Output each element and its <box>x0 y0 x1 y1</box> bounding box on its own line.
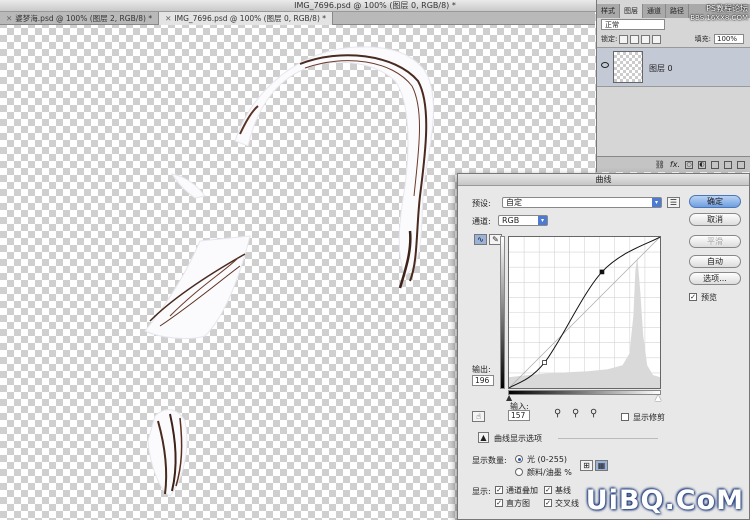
input-field[interactable]: 157 <box>508 410 530 421</box>
preset-select[interactable]: 自定 ▾ <box>502 197 662 208</box>
lock-all-icon[interactable] <box>652 34 662 44</box>
gray-eyedropper-icon[interactable]: ⚲ <box>572 408 579 419</box>
curve-points <box>542 269 605 365</box>
input-gradient-bar <box>508 390 661 395</box>
layer-row[interactable]: 图层 0 <box>597 47 750 87</box>
grid-detailed-icon[interactable]: ▦ <box>595 460 608 471</box>
display-options-label: 曲线显示选项 <box>494 434 542 443</box>
lock-transparent-icon[interactable] <box>619 34 629 44</box>
trash-icon[interactable] <box>737 160 745 169</box>
white-eyedropper-icon[interactable]: ⚲ <box>590 408 597 419</box>
layers-panel: 样式 图层 通道 路径 PS教程论坛 BBS.16XX8.COM 正常 锁定: … <box>596 0 750 172</box>
light-radio[interactable] <box>515 455 523 463</box>
hair-strands-top <box>234 46 434 289</box>
pigment-radio[interactable] <box>515 468 523 476</box>
tab-paths[interactable]: 路径 <box>666 4 689 18</box>
options-button[interactable]: 选项... <box>689 272 741 285</box>
black-eyedropper-icon[interactable]: ⚲ <box>554 408 561 419</box>
folder-icon[interactable] <box>711 160 719 169</box>
light-option-label: 光 (0-255) <box>527 455 568 464</box>
show-clipping-label: 显示修剪 <box>633 413 665 422</box>
preview-checkbox[interactable]: ✓ <box>689 293 697 301</box>
preset-label: 预设: <box>472 199 491 208</box>
hair-fragment-middle <box>144 235 251 339</box>
tab-channels[interactable]: 通道 <box>643 4 666 18</box>
curves-graph[interactable] <box>508 236 661 389</box>
tab-layers[interactable]: 图层 <box>620 4 643 18</box>
eye-icon[interactable] <box>601 62 609 68</box>
fill-row: 填充: 100% <box>695 34 744 44</box>
channel-overlays-checkbox[interactable]: ✓ <box>495 486 503 494</box>
fx-button[interactable]: fx. <box>670 160 680 169</box>
layers-toolbar: ⛓ fx. ○ ◐ <box>597 156 750 172</box>
forum-watermark: PS教程论坛 <box>706 4 748 13</box>
lock-label: 锁定: <box>601 35 618 43</box>
lock-pixels-icon[interactable] <box>630 34 640 44</box>
intersection-line-checkbox[interactable]: ✓ <box>544 499 552 507</box>
channel-value: RGB <box>502 216 520 225</box>
layer-name[interactable]: 图层 0 <box>649 63 673 74</box>
close-icon[interactable]: ✕ <box>6 14 12 23</box>
histogram-label: 直方图 <box>506 499 530 508</box>
new-layer-icon[interactable] <box>724 160 732 169</box>
pigment-option-label: 颜料/油墨 % <box>527 468 572 477</box>
tab-label: 婆梦海.psd @ 100% (图层 2, RGB/8) * <box>15 14 153 23</box>
output-gradient-bar <box>500 236 505 389</box>
hand-adjust-icon[interactable]: ☝ <box>472 411 485 422</box>
hair-fragment-bottom <box>147 409 188 497</box>
cancel-button[interactable]: 取消 <box>689 213 741 226</box>
preview-label: 预览 <box>701 293 717 302</box>
layer-thumbnail <box>613 51 643 83</box>
intersection-line-label: 交叉线 <box>555 499 579 508</box>
preset-options-icon[interactable]: ☰ <box>667 197 680 208</box>
tab-document-1[interactable]: ✕ 婆梦海.psd @ 100% (图层 2, RGB/8) * <box>0 12 160 25</box>
channel-select[interactable]: RGB ▾ <box>498 215 548 226</box>
baseline-label: 基线 <box>555 486 571 495</box>
channel-label: 通道: <box>472 217 491 226</box>
curve-point[interactable] <box>542 360 547 365</box>
forum-watermark-url: BBS.16XX8.COM <box>690 14 748 22</box>
document-tabs: ✕ 婆梦海.psd @ 100% (图层 2, RGB/8) * ✕ IMG_769… <box>0 12 595 25</box>
site-watermark: UiBQ.CoM <box>585 485 744 516</box>
ok-button[interactable]: 确定 <box>689 195 741 208</box>
smooth-button[interactable]: 平滑 <box>689 235 741 248</box>
lock-row: 锁定: <box>601 34 662 44</box>
adjustment-icon[interactable]: ◐ <box>698 160 706 169</box>
fill-field[interactable]: 100% <box>714 34 744 44</box>
channel-overlays-label: 通道叠加 <box>506 486 538 495</box>
lock-position-icon[interactable] <box>641 34 651 44</box>
show-label: 显示: <box>472 487 491 496</box>
baseline-checkbox[interactable]: ✓ <box>544 486 552 494</box>
auto-button[interactable]: 自动 <box>689 255 741 268</box>
chevron-down-icon: ▾ <box>538 216 547 225</box>
show-clipping-checkbox[interactable] <box>621 413 629 421</box>
dialog-title: 曲线 <box>458 174 749 186</box>
divider <box>558 438 658 439</box>
mask-icon[interactable]: ○ <box>685 160 693 169</box>
close-icon[interactable]: ✕ <box>165 14 171 23</box>
white-point-slider-icon[interactable]: ▲ <box>655 393 661 402</box>
tab-document-2[interactable]: ✕ IMG_7696.psd @ 100% (图层 0, RGB/8) * <box>159 12 334 25</box>
curves-dialog: 曲线 预设: 自定 ▾ ☰ 通道: RGB ▾ ∿ ✎ ▲ ▲ 输出: 196 … <box>457 173 750 520</box>
chevron-down-icon: ▾ <box>652 198 661 207</box>
output-field[interactable]: 196 <box>472 375 494 386</box>
show-amount-label: 显示数量: <box>472 456 507 465</box>
output-label: 输出: <box>472 365 491 374</box>
tab-label: IMG_7696.psd @ 100% (图层 0, RGB/8) * <box>174 14 327 23</box>
preset-value: 自定 <box>506 198 522 207</box>
grid-simple-icon[interactable]: ⊞ <box>580 460 593 471</box>
disclosure-triangle-icon[interactable]: ▲ <box>478 432 489 443</box>
blend-mode-select[interactable]: 正常 <box>601 19 665 30</box>
curve-point[interactable] <box>599 269 605 275</box>
tab-styles[interactable]: 样式 <box>597 4 620 18</box>
histogram-checkbox[interactable]: ✓ <box>495 499 503 507</box>
link-icon[interactable]: ⛓ <box>655 160 665 169</box>
fill-label: 填充: <box>694 35 711 43</box>
curve-point-tool-icon[interactable]: ∿ <box>474 234 487 245</box>
hair-fragment-small <box>171 173 206 199</box>
